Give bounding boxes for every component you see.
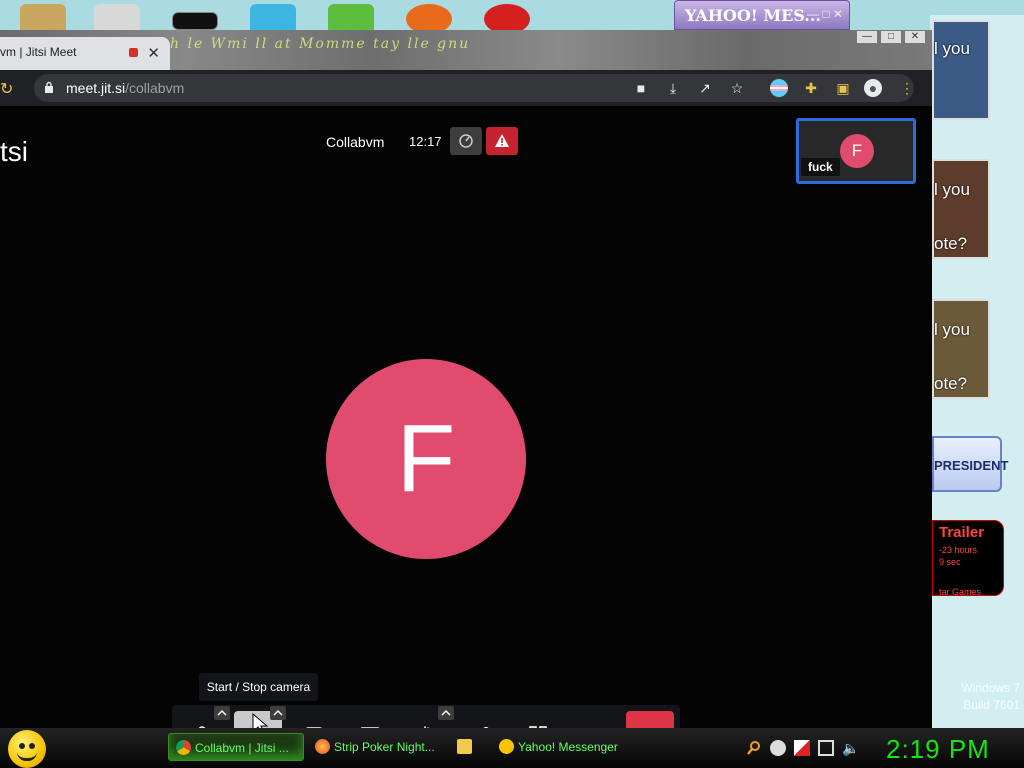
trailer-countdown: -23 hours <box>939 545 978 555</box>
taskbar-item-explorer[interactable] <box>450 733 488 761</box>
side-text-2: l you <box>934 180 970 199</box>
taskbar-item-chrome[interactable]: Collabvm | Jitsi ... <box>168 733 304 761</box>
minimize-button[interactable]: — <box>856 30 878 44</box>
video-options-caret[interactable] <box>270 706 286 720</box>
action-center-flag-icon[interactable] <box>794 740 810 756</box>
browser-toolbar: ↻ meet.jit.si/collabvm ■ ⤓ ↗ ☆ ✚ ▣ ● ⋮ <box>0 70 932 106</box>
yahoo-window-titlebar[interactable]: YAHOO! MES... — □ ✕ <box>674 0 850 30</box>
connection-warning-button[interactable] <box>486 127 518 155</box>
jitsi-meet-view: tsi Collabvm 12:17 F fuck F Start / Stop… <box>0 106 932 761</box>
president-button[interactable]: PRESIDENT <box>932 436 1008 492</box>
side-text-5: ote? <box>934 374 968 393</box>
side-text-3: ote? <box>934 234 968 253</box>
extensions-puzzle-icon[interactable]: ✚ <box>802 79 820 97</box>
url-path: /collabvm <box>125 80 185 96</box>
recording-indicator-icon <box>129 48 138 57</box>
meeting-timer: 12:17 <box>409 134 442 149</box>
yahoo-smiley-icon <box>499 739 514 754</box>
taskbar-label: Collabvm | Jitsi ... <box>195 741 289 755</box>
install-app-icon[interactable]: ⤓ <box>664 79 682 97</box>
chevron-up-icon <box>273 709 283 716</box>
search-icon[interactable] <box>746 740 762 756</box>
taskbar-label: Strip Poker Night... <box>334 740 435 754</box>
close-button[interactable]: ✕ <box>904 30 926 44</box>
messenger-tray-icon[interactable] <box>770 740 786 756</box>
camera-tooltip: Start / Stop camera <box>199 673 318 701</box>
yahoo-window-controls[interactable]: — □ ✕ <box>807 7 843 21</box>
gauge-icon <box>459 134 473 148</box>
chrome-icon <box>176 740 191 755</box>
side-panel-icon[interactable]: ▣ <box>834 79 852 97</box>
volume-icon[interactable]: 🔈 <box>842 740 859 756</box>
taskbar-item-firefox[interactable]: Strip Poker Night... <box>308 733 446 761</box>
yahoo-side-panel: l you l you ote? l you ote? PRESIDENT Tr… <box>930 15 1024 730</box>
tab-jitsi-meet[interactable]: vm | Jitsi Meet ✕ <box>0 37 170 70</box>
maximize-button[interactable]: □ <box>880 30 902 44</box>
side-text-1: l you <box>934 39 970 58</box>
url-host: meet.jit.si <box>66 80 126 96</box>
profile-avatar-icon[interactable]: ● <box>864 79 882 97</box>
windows-build-number: Build 7601 <box>963 698 1020 712</box>
cmd-desktop-icon[interactable] <box>172 12 218 30</box>
theme-graffiti: h le Wmi ll at Momme tay lle gnu <box>170 36 471 52</box>
yahoo-window-title: YAHOO! MES... <box>685 6 821 25</box>
tab-title: vm | Jitsi Meet <box>0 45 77 59</box>
network-icon[interactable] <box>818 740 834 756</box>
share-icon[interactable]: ↗ <box>696 79 714 97</box>
lock-icon <box>45 81 53 93</box>
firefox-icon <box>315 739 330 754</box>
bookmark-star-icon[interactable]: ☆ <box>728 79 746 97</box>
extension-flag-icon[interactable] <box>770 79 788 97</box>
smiley-right-eye <box>29 743 35 749</box>
taskbar-label: Yahoo! Messenger <box>518 740 618 754</box>
trailer-ad[interactable]: Trailer -23 hours 9 sec tar Games <box>932 520 1004 597</box>
side-text-4: l you <box>934 320 970 339</box>
taskbar-item-yahoo[interactable]: Yahoo! Messenger <box>492 733 630 761</box>
taskbar-clock[interactable]: 2:19 PM <box>886 734 990 765</box>
camera-in-use-icon[interactable]: ■ <box>632 79 650 97</box>
participant-thumbnail[interactable]: F fuck <box>796 118 916 184</box>
candidate-photo-1[interactable] <box>932 20 990 120</box>
trailer-seconds: 9 sec <box>939 557 961 567</box>
warning-icon <box>495 134 509 147</box>
trailer-title: Trailer <box>939 524 985 541</box>
windows-version-name: Windows 7 <box>961 681 1020 695</box>
folder-icon <box>457 739 472 754</box>
url-text[interactable]: meet.jit.si/collabvm <box>66 80 184 96</box>
tab-strip: h le Wmi ll at Momme tay lle gnu vm | Ji… <box>0 30 932 70</box>
reload-icon[interactable]: ↻ <box>0 79 13 99</box>
smiley-mouth <box>17 752 37 761</box>
window-controls: — □ ✕ <box>856 30 926 44</box>
chrome-window: h le Wmi ll at Momme tay lle gnu vm | Ji… <box>0 30 932 761</box>
tab-close-icon[interactable]: ✕ <box>147 44 160 62</box>
windows-version-watermark: Windows 7 Build 7601 <box>961 680 1020 714</box>
thumbnail-avatar: F <box>840 134 874 168</box>
performance-settings-button[interactable] <box>450 127 482 155</box>
start-smiley-button[interactable] <box>8 730 46 768</box>
jitsi-brand-text: tsi <box>0 136 28 167</box>
smiley-left-eye <box>19 743 25 749</box>
participant-name: fuck <box>801 158 840 176</box>
chrome-menu-icon[interactable]: ⋮ <box>898 79 916 97</box>
taskbar: Collabvm | Jitsi ... Strip Poker Night..… <box>0 728 1024 768</box>
room-name: Collabvm <box>326 134 385 150</box>
trailer-footer: tar Games <box>939 587 982 597</box>
main-participant-avatar: F <box>326 359 526 559</box>
